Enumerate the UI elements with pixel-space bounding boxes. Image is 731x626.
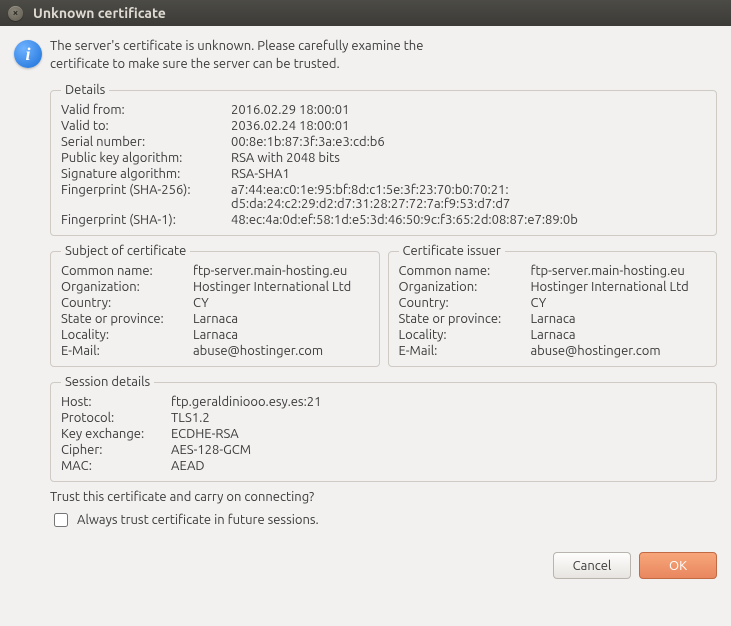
subject-value-org: Hostinger International Ltd xyxy=(193,280,369,294)
issuer-value-country: CY xyxy=(531,296,707,310)
issuer-label-state: State or province: xyxy=(399,312,521,326)
label-pubkey: Public key algorithm: xyxy=(61,151,221,165)
subject-label-country: Country: xyxy=(61,296,183,310)
subject-legend: Subject of certificate xyxy=(61,244,190,258)
session-value-kex: ECDHE-RSA xyxy=(171,427,706,441)
issuer-value-locality: Larnaca xyxy=(531,328,707,342)
issuer-legend: Certificate issuer xyxy=(399,244,505,258)
label-valid-to: Valid to: xyxy=(61,119,221,133)
trust-question: Trust this certificate and carry on conn… xyxy=(50,490,717,504)
session-label-protocol: Protocol: xyxy=(61,411,161,425)
session-label-mac: MAC: xyxy=(61,459,161,473)
session-label-host: Host: xyxy=(61,395,161,409)
value-valid-to: 2036.02.24 18:00:01 xyxy=(231,119,706,133)
subject-value-state: Larnaca xyxy=(193,312,369,326)
subject-label-locality: Locality: xyxy=(61,328,183,342)
value-fp256: a7:44:ea:c0:1e:95:bf:8d:c1:5e:3f:23:70:b… xyxy=(231,183,706,211)
close-icon[interactable]: × xyxy=(8,6,23,21)
session-label-cipher: Cipher: xyxy=(61,443,161,457)
session-value-host: ftp.geraldiniooo.esy.es:21 xyxy=(171,395,706,409)
subject-value-email: abuse@hostinger.com xyxy=(193,344,369,358)
subject-label-org: Organization: xyxy=(61,280,183,294)
value-valid-from: 2016.02.29 18:00:01 xyxy=(231,103,706,117)
details-legend: Details xyxy=(61,83,109,97)
ok-button[interactable]: OK xyxy=(639,552,717,579)
titlebar: × Unknown certificate xyxy=(0,0,731,26)
issuer-label-org: Organization: xyxy=(399,280,521,294)
value-sigalg: RSA-SHA1 xyxy=(231,167,706,181)
subject-value-country: CY xyxy=(193,296,369,310)
issuer-value-state: Larnaca xyxy=(531,312,707,326)
value-serial: 00:8e:1b:87:3f:3a:e3:cd:b6 xyxy=(231,135,706,149)
label-serial: Serial number: xyxy=(61,135,221,149)
always-trust-checkbox[interactable] xyxy=(54,513,68,527)
details-group: Details Valid from: 2016.02.29 18:00:01 … xyxy=(50,83,717,236)
value-pubkey: RSA with 2048 bits xyxy=(231,151,706,165)
label-sigalg: Signature algorithm: xyxy=(61,167,221,181)
button-row: Cancel OK xyxy=(0,552,731,591)
label-valid-from: Valid from: xyxy=(61,103,221,117)
value-fp1: 48:ec:4a:0d:ef:58:1d:e5:3d:46:50:9c:f3:6… xyxy=(231,213,706,227)
issuer-value-email: abuse@hostinger.com xyxy=(531,344,707,358)
subject-value-cn: ftp-server.main-hosting.eu xyxy=(193,264,369,278)
subject-label-state: State or province: xyxy=(61,312,183,326)
issuer-value-cn: ftp-server.main-hosting.eu xyxy=(531,264,707,278)
session-value-cipher: AES-128-GCM xyxy=(171,443,706,457)
label-fp1: Fingerprint (SHA-1): xyxy=(61,213,221,227)
issuer-label-country: Country: xyxy=(399,296,521,310)
subject-group: Subject of certificate Common name: ftp-… xyxy=(50,244,380,367)
issuer-value-org: Hostinger International Ltd xyxy=(531,280,707,294)
session-label-kex: Key exchange: xyxy=(61,427,161,441)
dialog-message: The server's certificate is unknown. Ple… xyxy=(50,38,450,73)
dialog-content: i The server's certificate is unknown. P… xyxy=(0,26,731,552)
label-fp256: Fingerprint (SHA-256): xyxy=(61,183,221,197)
issuer-group: Certificate issuer Common name: ftp-serv… xyxy=(388,244,718,367)
issuer-label-locality: Locality: xyxy=(399,328,521,342)
subject-value-locality: Larnaca xyxy=(193,328,369,342)
session-legend: Session details xyxy=(61,375,154,389)
cancel-button[interactable]: Cancel xyxy=(553,552,631,579)
session-group: Session details Host: ftp.geraldiniooo.e… xyxy=(50,375,717,482)
session-value-mac: AEAD xyxy=(171,459,706,473)
subject-label-email: E-Mail: xyxy=(61,344,183,358)
issuer-label-cn: Common name: xyxy=(399,264,521,278)
subject-label-cn: Common name: xyxy=(61,264,183,278)
always-trust-label[interactable]: Always trust certificate in future sessi… xyxy=(77,513,319,527)
session-value-protocol: TLS1.2 xyxy=(171,411,706,425)
info-icon: i xyxy=(14,40,42,68)
window-title: Unknown certificate xyxy=(33,5,166,21)
issuer-label-email: E-Mail: xyxy=(399,344,521,358)
